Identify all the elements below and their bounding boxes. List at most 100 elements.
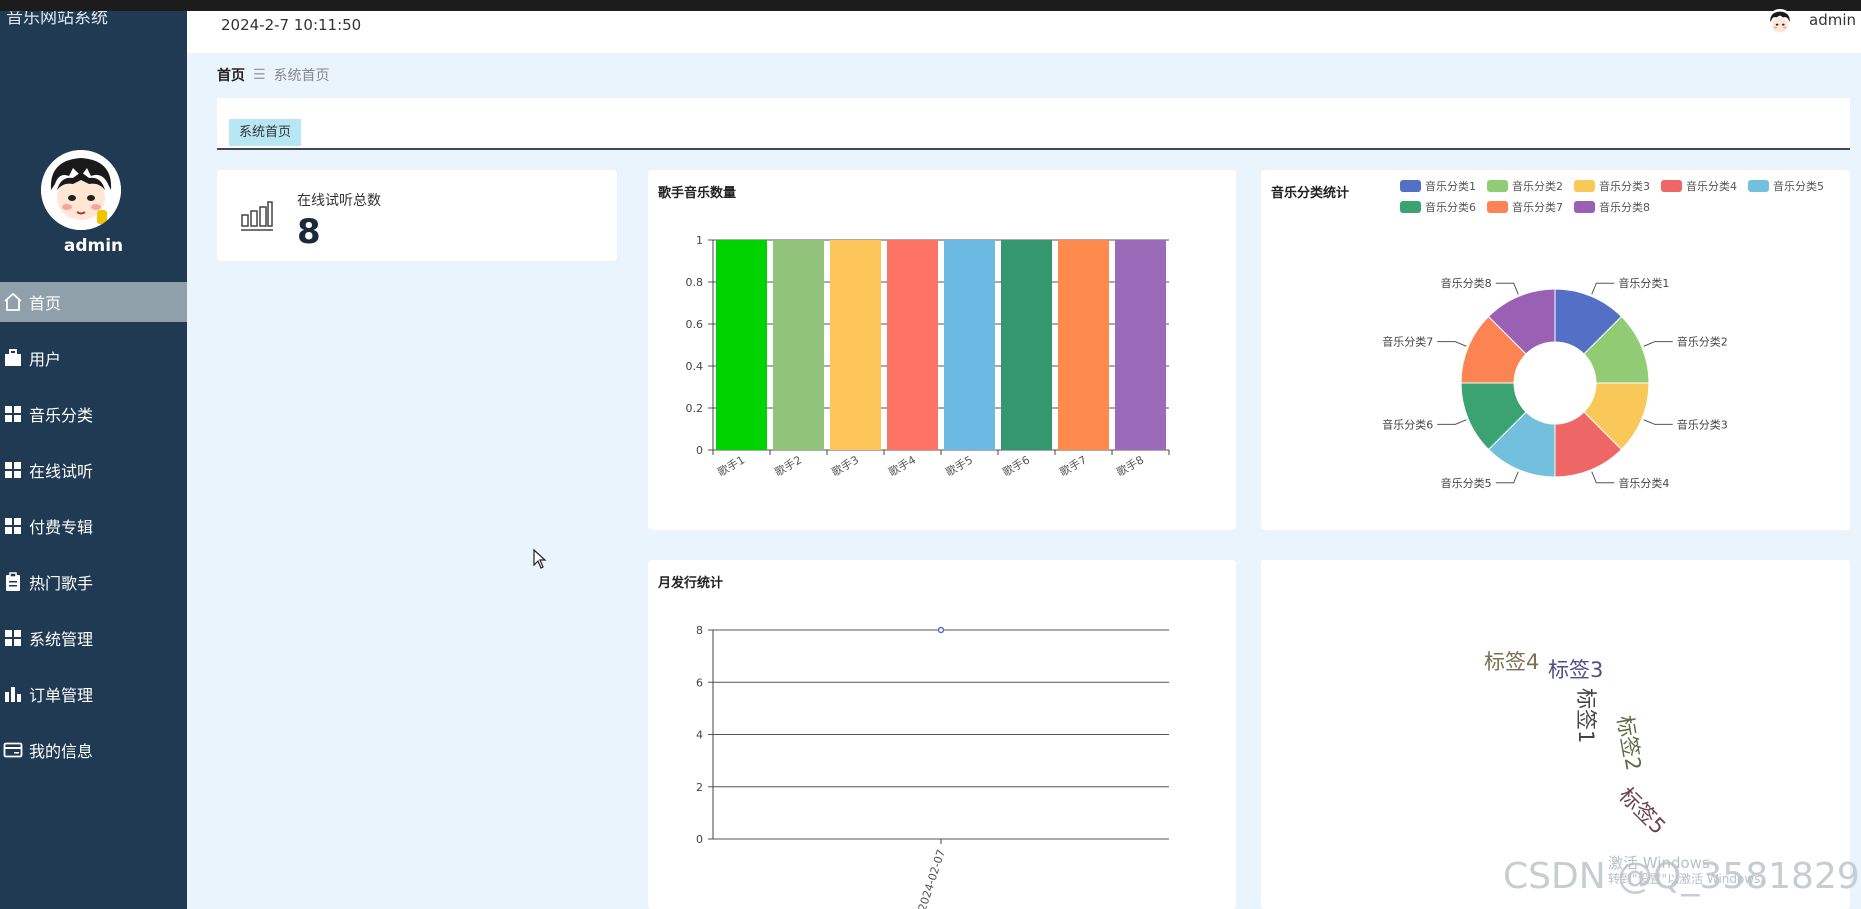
y-tick-label: 0.4 (686, 360, 704, 373)
legend-swatch (1487, 179, 1508, 192)
breadcrumb-current: 系统首页 (273, 68, 330, 84)
bar (1001, 240, 1052, 450)
sidebar-item-label: 订单管理 (29, 686, 94, 705)
y-tick-label: 4 (696, 729, 703, 742)
card-icon (2, 739, 24, 761)
header-avatar-image (1767, 9, 1793, 35)
bar-chart: 0 0.2 0.4 0.6 0.8 1 歌手1 歌手2 歌手3 歌手4 歌手5 歌手6 歌手7 歌手8 (686, 234, 1170, 479)
legend-item[interactable]: 音乐分类2 (1487, 177, 1563, 194)
y-tick-label: 0.8 (686, 276, 704, 289)
x-tick-label: 歌手2 (772, 452, 804, 479)
stat-label: 在线试听总数 (297, 193, 381, 209)
legend-item[interactable]: 音乐分类5 (1748, 177, 1824, 194)
windows-activation-watermark: 激活 Windows 转到"设置"以激活 Windows。 (1608, 855, 1772, 887)
legend-label: 音乐分类4 (1686, 179, 1737, 193)
home-icon (2, 291, 24, 313)
line-chart: 0 2 4 6 8 2024-02-07 (696, 624, 1169, 909)
x-tick-label: 歌手8 (1114, 452, 1146, 479)
sidebar-item-label: 音乐分类 (29, 406, 94, 425)
legend-item[interactable]: 音乐分类7 (1487, 198, 1563, 215)
pie-label-line (1495, 471, 1519, 484)
legend-swatch (1661, 179, 1682, 192)
pie-label-line (1437, 341, 1467, 347)
legend-item[interactable]: 音乐分类1 (1400, 177, 1476, 194)
y-tick-label: 0.2 (686, 402, 704, 415)
briefcase-icon (2, 347, 24, 369)
pie-label-line (1495, 282, 1519, 295)
bar-chart-icon (241, 201, 273, 231)
sidebar: 音乐网站系统 admin 首页 用户 音乐分类 在线试听 付费专辑 热门歌手 系… (0, 11, 187, 909)
pie-label-line (1643, 341, 1673, 347)
y-tick-label: 1 (696, 234, 703, 247)
legend-item[interactable]: 音乐分类3 (1574, 177, 1650, 194)
sidebar-item-label: 首页 (29, 294, 62, 313)
header-username[interactable]: admin (1809, 11, 1856, 29)
avatar[interactable] (41, 150, 121, 230)
avatar-image (41, 150, 121, 230)
pie-chart-card: 音乐分类统计 音乐分类1 音乐分类2 音乐分类3 音乐分类4 音乐分类5 音乐分类6 音乐分… (1261, 170, 1850, 530)
x-tick-label: 歌手7 (1057, 452, 1089, 479)
bar (944, 240, 995, 450)
sidebar-item-my-info[interactable]: 我的信息 (0, 730, 187, 770)
grid-icon (2, 459, 24, 481)
sidebar-item-label: 我的信息 (29, 742, 94, 761)
pie-label: 音乐分类1 (1618, 276, 1669, 290)
bar (830, 240, 881, 450)
cloud-word: 标签5 (1614, 782, 1671, 839)
bar (1058, 240, 1109, 450)
pie-label: 音乐分类8 (1441, 276, 1492, 290)
legend-label: 音乐分类5 (1773, 179, 1824, 193)
sidebar-item-system-management[interactable]: 系统管理 (0, 618, 187, 658)
app-brand: 音乐网站系统 (6, 11, 108, 28)
pie-label: 音乐分类3 (1677, 417, 1728, 431)
legend-swatch (1748, 179, 1769, 192)
sidebar-item-music-category[interactable]: 音乐分类 (0, 394, 187, 434)
pie-label-line (1643, 419, 1673, 425)
pie-label: 音乐分类4 (1618, 476, 1669, 490)
tab-system-home[interactable]: 系统首页 (229, 119, 302, 146)
mouse-cursor-icon (533, 549, 547, 569)
grid-icon (2, 403, 24, 425)
x-tick-label: 歌手3 (829, 452, 861, 479)
sidebar-item-label: 热门歌手 (29, 574, 94, 593)
watermark-line1: 激活 Windows (1608, 854, 1710, 872)
line-chart-card: 月发行统计 0 2 4 6 8 2024-02-07 (648, 560, 1236, 909)
breadcrumb-home[interactable]: 首页 (217, 65, 245, 85)
breadcrumb: 首页 ☰ 系统首页 (217, 65, 330, 85)
sidebar-username: admin (63, 236, 124, 256)
sidebar-item-paid-album[interactable]: 付费专辑 (0, 506, 187, 546)
clipboard-icon (2, 571, 24, 593)
sidebar-menu: 首页 用户 音乐分类 在线试听 付费专辑 热门歌手 系统管理 订单管理 我的信息 (0, 282, 187, 786)
sidebar-item-online-listening[interactable]: 在线试听 (0, 450, 187, 490)
y-tick-label: 2 (696, 781, 703, 794)
x-tick-label: 歌手5 (943, 452, 975, 479)
bar (773, 240, 824, 450)
bar-chart-icon (2, 683, 24, 705)
legend-swatch (1400, 179, 1421, 192)
legend-swatch (1574, 179, 1595, 192)
sidebar-item-label: 在线试听 (29, 462, 94, 481)
sidebar-item-order-management[interactable]: 订单管理 (0, 674, 187, 714)
y-tick-label: 0.6 (686, 318, 704, 331)
sidebar-item-hot-singers[interactable]: 热门歌手 (0, 562, 187, 602)
current-datetime: 2024-2-7 10:11:50 (221, 16, 362, 34)
y-tick-label: 0 (696, 444, 703, 457)
stat-value: 8 (297, 212, 321, 252)
legend-item[interactable]: 音乐分类4 (1661, 177, 1737, 194)
legend-item[interactable]: 音乐分类8 (1574, 198, 1650, 215)
bar (887, 240, 938, 450)
y-tick-label: 0 (696, 833, 703, 846)
legend-label: 音乐分类3 (1599, 179, 1650, 193)
pie-label-line (1591, 471, 1615, 484)
pie-chart: 音乐分类1 音乐分类2 音乐分类3 音乐分类4 音乐分类5 音乐分类6 音乐分类7 音乐分类8 (1382, 276, 1728, 490)
header-avatar[interactable] (1767, 9, 1793, 35)
legend-swatch (1400, 200, 1421, 213)
sidebar-item-home[interactable]: 首页 (0, 282, 187, 322)
x-tick-label: 歌手1 (715, 452, 747, 479)
legend-item[interactable]: 音乐分类6 (1400, 198, 1476, 215)
pie-label-line (1437, 419, 1467, 425)
sidebar-item-label: 用户 (29, 350, 62, 369)
y-tick-label: 8 (696, 624, 703, 637)
cloud-word: 标签2 (1612, 713, 1646, 773)
sidebar-item-users[interactable]: 用户 (0, 338, 187, 378)
